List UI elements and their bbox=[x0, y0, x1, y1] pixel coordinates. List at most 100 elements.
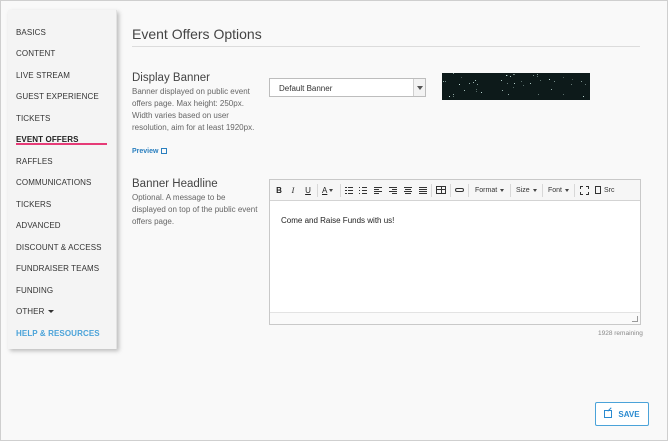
banner-speckle bbox=[445, 81, 446, 82]
banner-speckle bbox=[538, 94, 539, 95]
sidebar-item-other[interactable]: OTHER bbox=[16, 307, 54, 323]
banner-speckle bbox=[585, 84, 586, 85]
banner-speckle bbox=[583, 96, 584, 97]
display-banner-description: Banner displayed on public event offers … bbox=[132, 87, 255, 132]
preview-label: Preview bbox=[132, 148, 159, 155]
banner-speckle bbox=[501, 80, 502, 81]
resize-grip-icon[interactable] bbox=[632, 316, 638, 322]
banner-speckle bbox=[502, 90, 503, 91]
save-button[interactable]: SAVE bbox=[595, 402, 649, 426]
banner-speckle bbox=[506, 75, 507, 76]
banner-speckle bbox=[459, 84, 460, 85]
table-icon[interactable] bbox=[436, 186, 446, 194]
banner-speckle bbox=[510, 76, 511, 77]
sidebar-item-fundraiser-teams[interactable]: FUNDRAISER TEAMS bbox=[16, 264, 99, 280]
banner-speckle bbox=[477, 84, 478, 85]
numbered-list-icon[interactable] bbox=[345, 187, 353, 194]
banner-speckle bbox=[508, 94, 509, 95]
font-dropdown-caret-icon bbox=[565, 188, 570, 192]
banner-speckle bbox=[513, 74, 514, 75]
banner-speckle bbox=[571, 84, 572, 85]
font-dropdown[interactable]: Font bbox=[548, 185, 570, 196]
sidebar-item-advanced[interactable]: ADVANCED bbox=[16, 221, 61, 237]
edit-icon bbox=[604, 410, 613, 418]
banner-speckle bbox=[572, 79, 573, 80]
banner-speckle bbox=[537, 76, 538, 77]
app-frame: BASICS CONTENT LIVE STREAM GUEST EXPERIE… bbox=[0, 0, 668, 441]
sidebar-item-live-stream[interactable]: LIVE STREAM bbox=[16, 71, 70, 87]
align-right-icon[interactable] bbox=[389, 187, 397, 194]
banner-speckle bbox=[461, 77, 462, 78]
banner-speckle bbox=[464, 90, 465, 91]
banner-speckle bbox=[453, 94, 454, 95]
banner-speckle bbox=[581, 81, 582, 82]
sidebar-item-discount-access[interactable]: DISCOUNT & ACCESS bbox=[16, 243, 102, 259]
page-title: Event Offers Options bbox=[132, 26, 262, 42]
banner-speckle bbox=[549, 79, 550, 80]
banner-speckle bbox=[523, 85, 524, 86]
italic-button[interactable]: I bbox=[289, 185, 297, 196]
sidebar-item-basics[interactable]: BASICS bbox=[16, 28, 46, 44]
sidebar-item-tickets[interactable]: TICKETS bbox=[16, 114, 50, 130]
format-dropdown-caret-icon bbox=[500, 188, 505, 192]
toolbar-separator bbox=[317, 184, 318, 197]
characters-remaining: 1928 remaining bbox=[598, 330, 643, 337]
caret-down-icon bbox=[47, 310, 54, 314]
source-label: Src bbox=[604, 187, 615, 194]
save-label: SAVE bbox=[618, 409, 640, 419]
banner-speckle bbox=[533, 75, 534, 76]
banner-speckle bbox=[537, 74, 538, 75]
banner-select[interactable]: Default Banner bbox=[269, 78, 426, 97]
link-icon[interactable] bbox=[455, 188, 464, 192]
source-button[interactable]: Src bbox=[595, 185, 615, 196]
banner-speckle bbox=[540, 80, 541, 81]
format-dropdown[interactable]: Format bbox=[475, 185, 505, 196]
sidebar-item-help-resources[interactable]: HELP & RESOURCES bbox=[16, 329, 100, 345]
size-dropdown-caret-icon bbox=[532, 188, 537, 192]
banner-speckle bbox=[551, 89, 552, 90]
toolbar-separator bbox=[340, 184, 341, 197]
sidebar-item-other-label: OTHER bbox=[16, 307, 45, 316]
toolbar-separator bbox=[574, 184, 575, 197]
source-icon bbox=[595, 186, 601, 195]
size-dropdown[interactable]: Size bbox=[516, 185, 537, 196]
banner-speckle bbox=[514, 74, 515, 75]
sidebar-item-tickers[interactable]: TICKERS bbox=[16, 200, 51, 216]
editor-content[interactable]: Come and Raise Funds with us! bbox=[281, 216, 394, 225]
banner-headline-description: Optional. A message to be displayed on t… bbox=[132, 193, 258, 226]
banner-speckle bbox=[473, 82, 474, 83]
preview-link[interactable]: Preview bbox=[132, 147, 168, 155]
toolbar-separator bbox=[542, 184, 543, 197]
align-left-icon[interactable] bbox=[374, 187, 382, 194]
sidebar-item-content[interactable]: CONTENT bbox=[16, 49, 55, 65]
banner-speckle bbox=[443, 81, 444, 82]
toolbar-separator bbox=[431, 184, 432, 197]
banner-speckle bbox=[554, 81, 555, 82]
banner-speckle bbox=[449, 96, 450, 97]
align-justify-icon[interactable] bbox=[419, 187, 427, 194]
banner-speckle bbox=[521, 81, 522, 82]
banner-speckle bbox=[476, 89, 477, 90]
maximize-icon[interactable] bbox=[580, 186, 589, 195]
banner-speckle bbox=[453, 73, 454, 74]
display-banner-title: Display Banner bbox=[132, 72, 210, 84]
rich-text-editor: B I U A Format Size Font Src Come and Ra… bbox=[269, 179, 641, 325]
banner-speckle bbox=[507, 83, 508, 84]
banner-speckle bbox=[530, 83, 531, 84]
title-divider bbox=[132, 46, 640, 47]
sidebar-item-guest-experience[interactable]: GUEST EXPERIENCE bbox=[16, 92, 99, 108]
text-color-label: A bbox=[322, 186, 328, 195]
bold-button[interactable]: B bbox=[275, 185, 283, 196]
editor-footer bbox=[270, 312, 640, 324]
active-indicator bbox=[16, 143, 107, 145]
text-color-button[interactable]: A bbox=[322, 185, 338, 196]
underline-button[interactable]: U bbox=[304, 185, 312, 196]
banner-speckle bbox=[563, 94, 564, 95]
banner-speckle bbox=[513, 87, 514, 88]
banner-speckle bbox=[563, 77, 564, 78]
align-center-icon[interactable] bbox=[404, 187, 412, 194]
bullet-list-icon[interactable] bbox=[359, 187, 367, 194]
sidebar-item-raffles[interactable]: RAFFLES bbox=[16, 157, 53, 173]
sidebar-item-communications[interactable]: COMMUNICATIONS bbox=[16, 178, 91, 194]
sidebar-item-funding[interactable]: FUNDING bbox=[16, 286, 53, 302]
